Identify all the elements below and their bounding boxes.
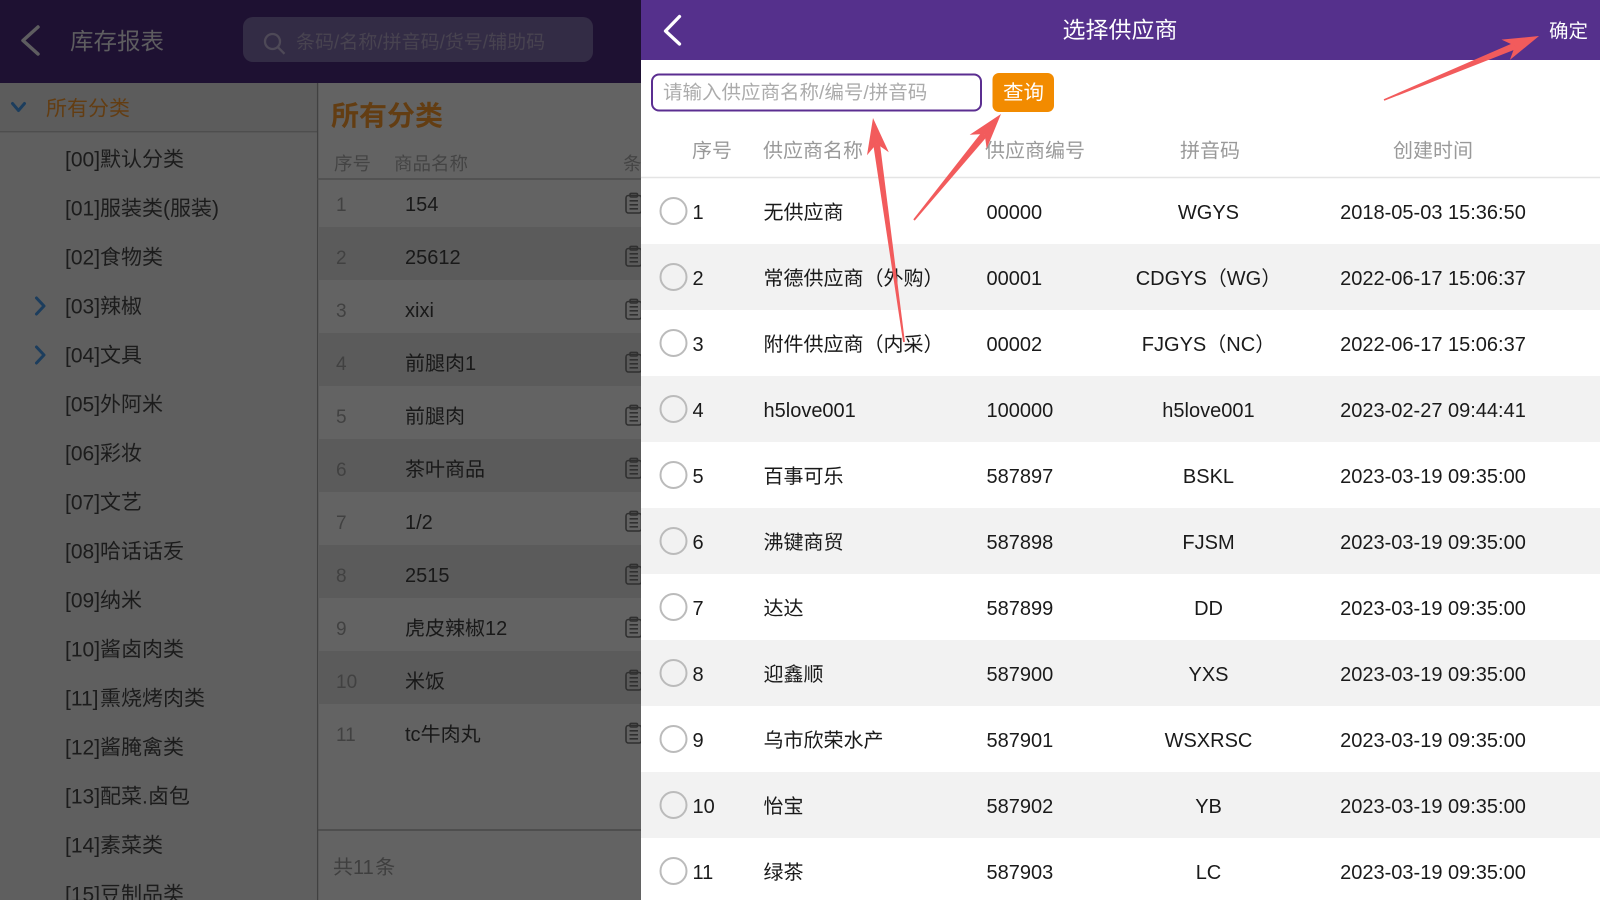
svg-text:00002: 00002 [987,334,1043,356]
svg-text:2023-03-19 09:35:00: 2023-03-19 09:35:00 [1340,466,1526,488]
svg-text:3: 3 [693,334,704,356]
svg-text:WGYS: WGYS [1178,202,1239,224]
svg-text:h5love001: h5love001 [1162,400,1254,422]
svg-text:LC: LC [1196,862,1222,884]
svg-text:BSKL: BSKL [1183,466,1234,488]
svg-text:10: 10 [693,796,715,818]
svg-text:DD: DD [1194,598,1223,620]
svg-text:6: 6 [693,532,704,554]
svg-text:2023-02-27 09:44:41: 2023-02-27 09:44:41 [1340,400,1526,422]
svg-text:h5love001: h5love001 [764,400,856,422]
svg-text:4: 4 [693,400,704,422]
svg-text:/: / [819,82,825,104]
svg-text:9: 9 [693,730,704,752]
svg-text:100000: 100000 [987,400,1054,422]
svg-text:8: 8 [693,664,704,686]
svg-text:587902: 587902 [987,796,1054,818]
svg-text:587899: 587899 [987,598,1054,620]
svg-text:YB: YB [1195,796,1222,818]
svg-text:587903: 587903 [987,862,1054,884]
svg-text:2018-05-03 15:36:50: 2018-05-03 15:36:50 [1340,202,1526,224]
svg-text:1: 1 [693,202,704,224]
svg-text:2: 2 [693,268,704,290]
svg-text:NC: NC [1226,334,1255,356]
svg-text:00000: 00000 [987,202,1043,224]
svg-text:2023-03-19 09:35:00: 2023-03-19 09:35:00 [1340,532,1526,554]
svg-text:FJSM: FJSM [1182,532,1234,554]
svg-text:2023-03-19 09:35:00: 2023-03-19 09:35:00 [1340,730,1526,752]
svg-text:2022-06-17 15:06:37: 2022-06-17 15:06:37 [1340,334,1526,356]
svg-text:587901: 587901 [987,730,1054,752]
svg-text:2023-03-19 09:35:00: 2023-03-19 09:35:00 [1340,598,1526,620]
svg-text:7: 7 [693,598,704,620]
svg-text:11: 11 [693,862,714,884]
svg-text:5: 5 [693,466,704,488]
svg-text:2023-03-19 09:35:00: 2023-03-19 09:35:00 [1340,796,1526,818]
svg-text:FJGYS: FJGYS [1142,334,1206,356]
svg-text:587900: 587900 [987,664,1054,686]
svg-text:587897: 587897 [987,466,1054,488]
svg-text:2023-03-19 09:35:00: 2023-03-19 09:35:00 [1340,664,1526,686]
svg-text:YXS: YXS [1189,664,1229,686]
svg-text:CDGYS: CDGYS [1136,268,1207,290]
svg-text:/: / [863,82,869,104]
svg-text:2023-03-19 09:35:00: 2023-03-19 09:35:00 [1340,862,1526,884]
svg-text:2022-06-17 15:06:37: 2022-06-17 15:06:37 [1340,268,1526,290]
svg-text:587898: 587898 [987,532,1054,554]
svg-text:00001: 00001 [987,268,1043,290]
svg-text:WG: WG [1227,268,1261,290]
svg-text:WSXRSC: WSXRSC [1165,730,1253,752]
